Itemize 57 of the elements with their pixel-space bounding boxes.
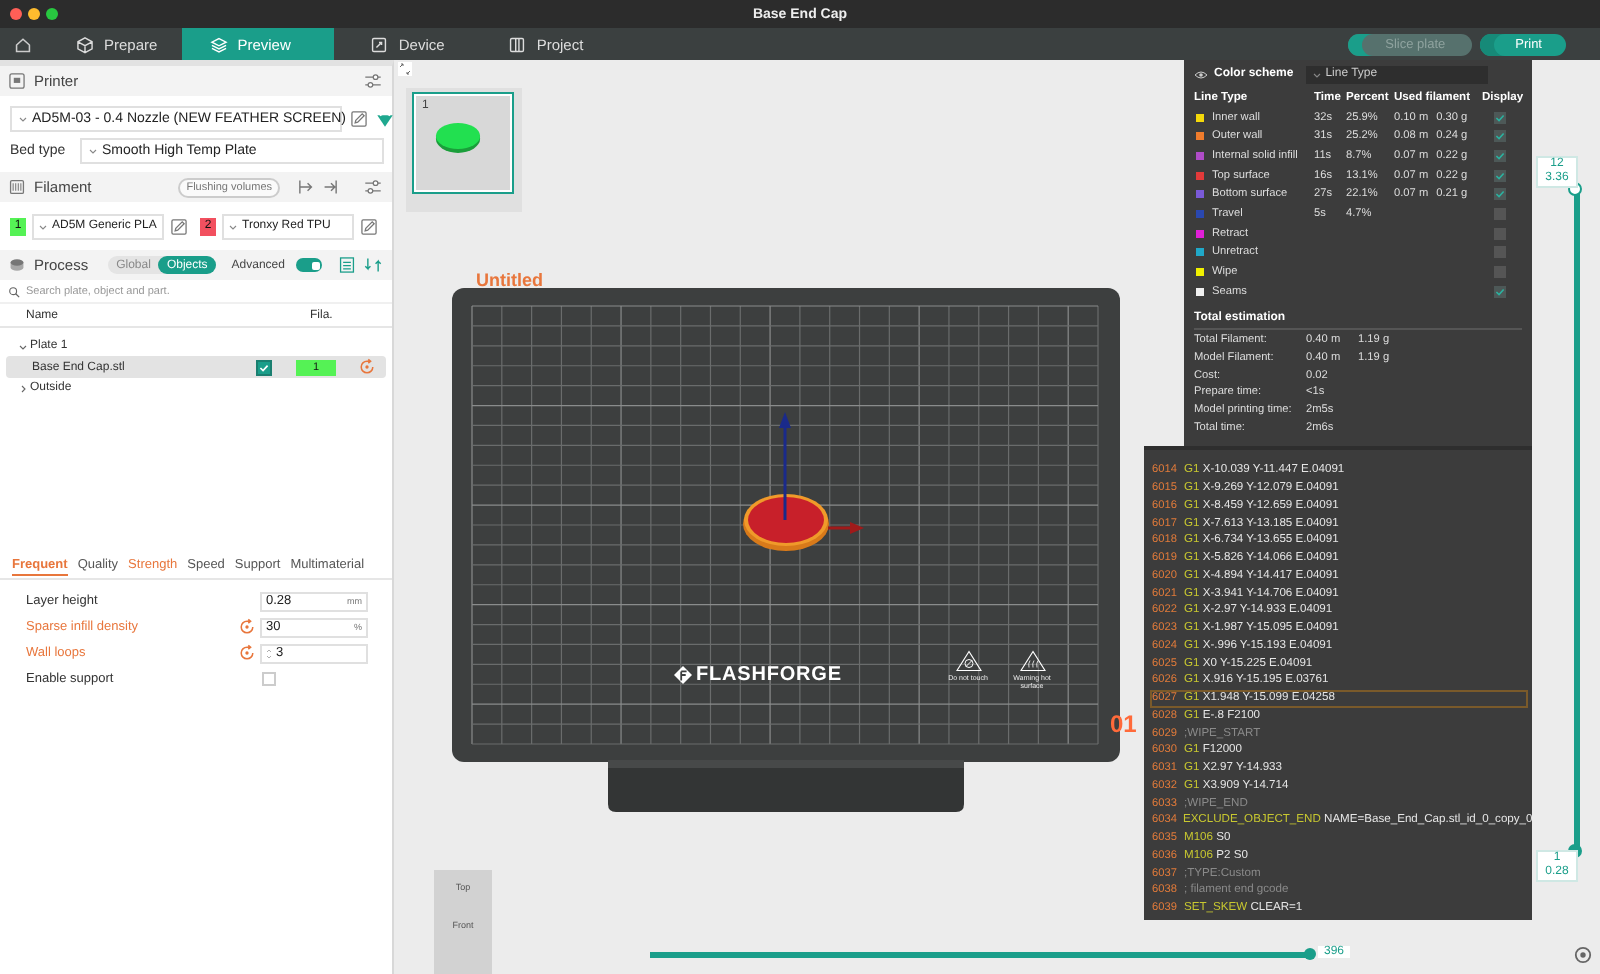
chevron-icon bbox=[228, 221, 238, 231]
chevron-icon[interactable] bbox=[18, 383, 28, 393]
process-icon bbox=[8, 256, 26, 274]
edit-icon[interactable] bbox=[360, 217, 378, 235]
disc-icon bbox=[432, 120, 484, 156]
settings-icon[interactable] bbox=[364, 72, 382, 90]
columns-icon bbox=[508, 35, 527, 53]
list-icon[interactable] bbox=[338, 256, 356, 274]
device-icon bbox=[370, 35, 389, 53]
search-icon bbox=[8, 285, 20, 297]
display-checkbox[interactable] bbox=[1494, 266, 1506, 279]
reset-icon[interactable] bbox=[358, 358, 376, 376]
display-checkbox[interactable] bbox=[1494, 188, 1506, 201]
chevron-icon bbox=[38, 221, 48, 231]
display-checkbox[interactable] bbox=[1494, 169, 1506, 182]
layers-icon bbox=[209, 35, 228, 53]
warning-icon bbox=[955, 650, 981, 672]
collapse-icon[interactable] bbox=[398, 62, 412, 76]
display-checkbox[interactable] bbox=[1494, 149, 1506, 162]
checkbox[interactable] bbox=[256, 359, 272, 375]
chevron-icon[interactable] bbox=[18, 341, 28, 351]
close-button[interactable] bbox=[10, 8, 22, 20]
cube-icon bbox=[76, 35, 94, 53]
zoom-button[interactable] bbox=[46, 8, 58, 20]
model-disc bbox=[743, 494, 829, 551]
home-icon bbox=[13, 35, 31, 53]
minimize-button[interactable] bbox=[28, 8, 40, 20]
brand-text: FLASHFORGE bbox=[696, 664, 842, 686]
slider-handle[interactable] bbox=[1304, 948, 1316, 960]
x-axis-arrow bbox=[828, 522, 864, 534]
warning-icon bbox=[1019, 650, 1045, 672]
eye-icon[interactable] bbox=[1194, 67, 1208, 81]
swap-icon[interactable] bbox=[364, 256, 382, 274]
chevron-icon bbox=[88, 145, 98, 155]
reset-icon[interactable] bbox=[238, 618, 256, 636]
move-slider[interactable] bbox=[650, 952, 1310, 958]
spool-icon bbox=[8, 178, 26, 196]
z-axis-arrow bbox=[779, 412, 791, 520]
logo-icon bbox=[674, 666, 692, 684]
load-icon[interactable] bbox=[322, 178, 340, 196]
edit-icon[interactable] bbox=[170, 217, 188, 235]
display-checkbox[interactable] bbox=[1494, 285, 1506, 298]
printer-icon bbox=[8, 72, 26, 90]
settings-icon[interactable] bbox=[364, 178, 382, 196]
edit-icon[interactable] bbox=[350, 109, 368, 127]
display-checkbox[interactable] bbox=[1494, 227, 1506, 240]
display-checkbox[interactable] bbox=[1494, 246, 1506, 259]
reset-icon[interactable] bbox=[238, 644, 256, 662]
chevron-icon bbox=[18, 113, 28, 123]
plate-name: Untitled bbox=[476, 272, 543, 290]
display-checkbox[interactable] bbox=[1494, 111, 1506, 124]
unload-icon[interactable] bbox=[296, 178, 314, 196]
target-icon[interactable] bbox=[1574, 946, 1592, 964]
display-checkbox[interactable] bbox=[1494, 207, 1506, 220]
advanced-switch[interactable] bbox=[296, 258, 322, 272]
display-checkbox[interactable] bbox=[1494, 130, 1506, 143]
chevron-icon bbox=[1311, 69, 1322, 79]
